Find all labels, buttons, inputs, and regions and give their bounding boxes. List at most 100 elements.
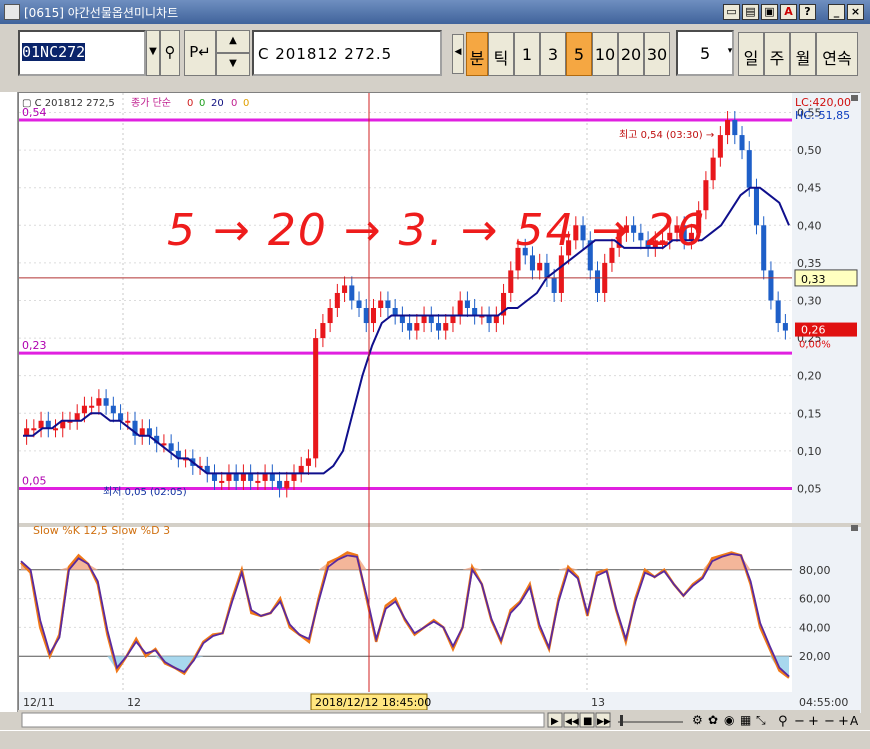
candle-body — [168, 443, 174, 451]
candle-body — [739, 135, 745, 151]
candle-body — [392, 308, 398, 316]
scroll-toolbar: ▶ ◀◀ ■ ▶▶ ⚙ ✿ ◉ ▦ ⤡ ⚲ − + − + A — [18, 710, 860, 730]
candle-body — [594, 270, 601, 293]
candle-body — [305, 458, 311, 466]
search-icon[interactable]: ⚲ — [160, 30, 180, 76]
candle-body — [782, 323, 788, 331]
stoch-tick-label: 20,00 — [799, 650, 831, 663]
candle-body — [327, 308, 333, 324]
edit-icon[interactable]: A — [780, 4, 797, 20]
candle-body — [284, 480, 290, 489]
candle-body — [710, 157, 716, 181]
zoom-search-icon[interactable]: ⚲ — [778, 714, 788, 729]
time-tick-label: 13 — [591, 696, 605, 709]
handwritten-annotation: 5 → 20 → 3. → 54 → 26 — [167, 205, 706, 256]
instrument-name-field: C 201812 272.5 — [252, 30, 442, 76]
price-tick-label: 0,05 — [797, 482, 822, 495]
candle-body — [529, 255, 535, 271]
price-tick-label: 0,50 — [797, 144, 822, 157]
price-tick-label: 0,30 — [797, 294, 822, 307]
zoom-slider-handle[interactable] — [620, 715, 623, 726]
tools-icon[interactable]: ✿ — [708, 713, 718, 727]
price-tick-label: 0,40 — [797, 219, 822, 232]
range-button-1[interactable]: 주 — [764, 32, 790, 76]
candle-body — [248, 473, 254, 481]
resize-icon[interactable]: ⤡ — [756, 713, 766, 727]
svg-text:◀◀: ◀◀ — [565, 717, 579, 727]
range-button-2[interactable]: 월 — [790, 32, 816, 76]
toolbar: 01NC272 ▼ ⚲ P↵ ▲ ▼ C 201812 272.5 ◀ 5 ▾ … — [0, 24, 870, 90]
price-pane-bg — [19, 93, 792, 523]
scroll-left-button[interactable]: ◀ — [452, 34, 464, 74]
price-tick-label: 0,35 — [797, 257, 822, 270]
time-tick-label: 12/11 — [23, 696, 55, 709]
step-down-button[interactable]: ▼ — [216, 53, 250, 76]
candle-body — [74, 413, 80, 421]
horizontal-scrollbar[interactable] — [21, 712, 545, 728]
candle-body — [89, 405, 95, 408]
period-button-5[interactable]: 10 — [592, 32, 618, 76]
candle-body — [262, 473, 268, 481]
hc-label: HC:-51,85 — [795, 109, 850, 122]
candle-body — [233, 473, 239, 481]
zoom-in-icon[interactable]: − — [824, 714, 835, 729]
help-icon[interactable]: ? — [799, 4, 816, 20]
chart-area[interactable]: 0,55 0,50 0,45 0,40 0,35 0,30 0,25 0,20 0,15 0,10… — [18, 92, 861, 713]
period-button-6[interactable]: 20 — [618, 32, 644, 76]
candle-body — [768, 270, 774, 301]
code-input[interactable]: 01NC272 — [18, 30, 146, 76]
candle-body — [240, 473, 246, 481]
slow-d-line — [20, 553, 790, 678]
minimize-icon[interactable]: _ — [828, 4, 845, 20]
candle-body — [342, 285, 348, 293]
zoom-reset-icon[interactable]: + — [808, 714, 819, 729]
candle-body — [464, 300, 470, 308]
auto-scale-icon[interactable]: + — [838, 714, 849, 729]
candle-body — [110, 405, 116, 414]
count-dropdown-icon[interactable]: ▾ — [724, 30, 736, 76]
period-button-3[interactable]: 3 — [540, 32, 566, 76]
period-button-2[interactable]: 1 — [514, 32, 540, 76]
font-size-icon[interactable]: A — [850, 714, 859, 728]
candle-body — [125, 420, 131, 423]
window-icon-1[interactable]: ▭ — [723, 4, 740, 20]
step-up-button[interactable]: ▲ — [216, 30, 250, 53]
range-button-0[interactable]: 일 — [738, 32, 764, 76]
candle-body — [211, 473, 218, 481]
svg-text:■: ■ — [583, 716, 592, 727]
crosshair-time-label: 2018/12/12 18:45:00 — [315, 696, 431, 709]
stoch-tick-label: 40,00 — [799, 621, 831, 634]
code-dropdown-button[interactable]: ▼ — [146, 30, 160, 76]
ma-value-label: 0 — [187, 98, 193, 109]
stoch-axis-bg — [792, 527, 861, 692]
period-button-0[interactable]: 분 — [466, 32, 488, 76]
print-icon[interactable]: ▣ — [761, 4, 778, 20]
period-button-4[interactable]: 5 — [566, 32, 592, 76]
status-bar — [0, 730, 870, 749]
color-icon[interactable]: ◉ — [724, 713, 734, 727]
stoch-pane-maximize-icon[interactable] — [851, 525, 858, 531]
candle-body — [493, 315, 499, 324]
candle-body — [450, 315, 456, 324]
candle-body — [378, 300, 384, 308]
candle-body — [558, 255, 564, 293]
pane-maximize-icon[interactable] — [851, 95, 858, 101]
settings-icon[interactable]: ⚙ — [692, 713, 703, 727]
layout-icon[interactable]: ▦ — [740, 713, 751, 727]
range-button-3[interactable]: 연속 — [816, 32, 858, 76]
chart-svg[interactable]: 0,550,500,450,400,350,300,250,200,150,10… — [19, 93, 861, 713]
zoom-out-icon[interactable]: − — [794, 714, 805, 729]
stoch-legend: Slow %K 12,5 Slow %D 3 — [33, 524, 170, 537]
window-icon-2[interactable]: ▤ — [742, 4, 759, 20]
candle-body — [508, 270, 514, 293]
candle-body — [775, 300, 781, 324]
close-icon[interactable]: × — [847, 4, 864, 20]
app-chart-icon — [4, 4, 20, 20]
candle-body — [370, 308, 377, 324]
period-button-7[interactable]: 30 — [644, 32, 670, 76]
candle-body — [385, 300, 391, 308]
p-button[interactable]: P↵ — [184, 30, 216, 76]
lc-label: LC:420,00 — [795, 96, 851, 109]
candle-body — [746, 150, 752, 188]
period-button-1[interactable]: 틱 — [488, 32, 514, 76]
